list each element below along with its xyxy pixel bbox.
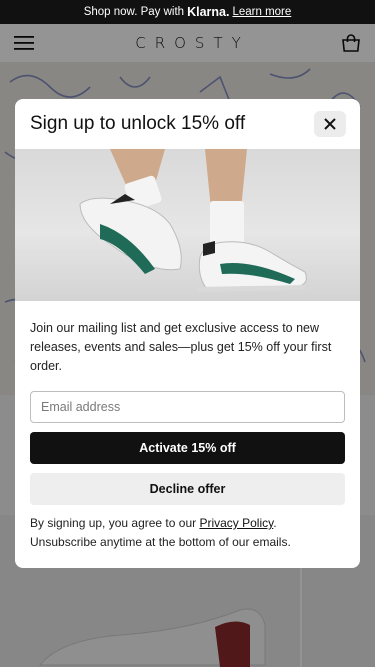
modal-description: Join our mailing list and get exclusive … (30, 321, 332, 373)
decline-offer-button[interactable]: Decline offer (30, 473, 345, 505)
legal-prefix: By signing up, you agree to our (30, 516, 200, 530)
klarna-logo: Klarna. (187, 5, 230, 19)
activate-offer-button[interactable]: Activate 15% off (30, 432, 345, 464)
modal-body: Join our mailing list and get exclusive … (15, 301, 360, 552)
learn-more-link[interactable]: Learn more (232, 6, 291, 18)
close-icon (324, 118, 336, 130)
close-button[interactable] (314, 111, 346, 137)
legal-text: By signing up, you agree to our Privacy … (30, 514, 345, 552)
modal-header: Sign up to unlock 15% off (15, 99, 360, 149)
modal-title: Sign up to unlock 15% off (30, 113, 246, 134)
email-field[interactable] (30, 391, 345, 423)
announcement-bar: Shop now. Pay with Klarna. Learn more (0, 0, 375, 24)
signup-modal: Sign up to unlock 15% off Join our maili… (15, 99, 360, 568)
privacy-policy-link[interactable]: Privacy Policy (199, 516, 273, 530)
modal-sneaker-image (15, 149, 360, 301)
announcement-text: Shop now. Pay with (83, 6, 185, 18)
